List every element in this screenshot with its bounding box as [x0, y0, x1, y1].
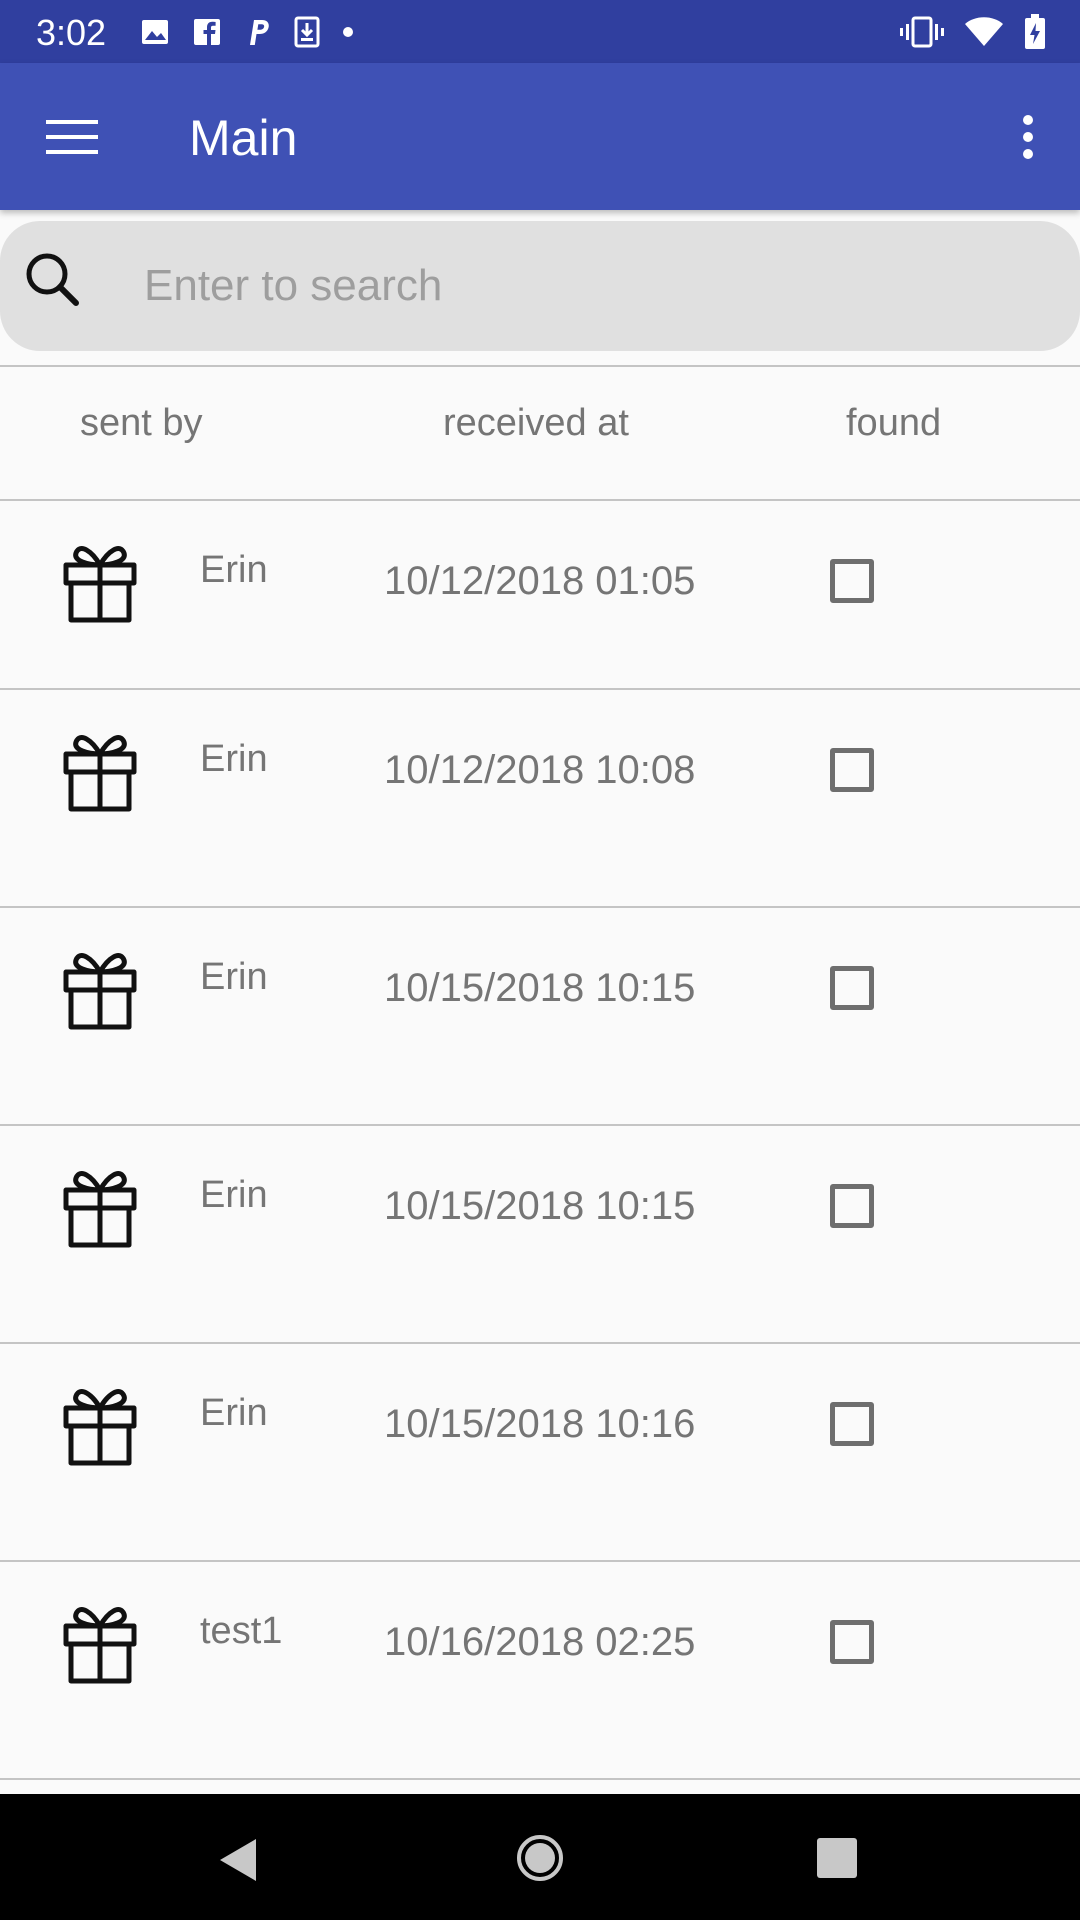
- page-title: Main: [189, 110, 298, 166]
- row-sender: Erin: [200, 956, 268, 998]
- gift-icon: [63, 546, 137, 623]
- vibrate-icon: [900, 16, 944, 48]
- app-bar: Main: [0, 63, 1080, 210]
- list-item[interactable]: test1 10/16/2018 02:25: [0, 1562, 1080, 1780]
- gift-icon: [63, 1607, 137, 1684]
- more-vert-icon: [1023, 115, 1033, 159]
- found-checkbox[interactable]: [830, 966, 874, 1010]
- dot-icon: [343, 27, 353, 37]
- gift-icon: [63, 1171, 137, 1248]
- menu-button[interactable]: [40, 107, 104, 167]
- row-received-at: 10/16/2018 02:25: [384, 1620, 696, 1664]
- download-icon: [294, 16, 320, 48]
- found-checkbox[interactable]: [830, 559, 874, 603]
- search-bar[interactable]: [0, 221, 1080, 351]
- divider: [0, 365, 1080, 367]
- navigation-bar: [0, 1794, 1080, 1920]
- list-item[interactable]: Erin 10/15/2018 10:16: [0, 1344, 1080, 1562]
- system-icons: [900, 13, 1046, 51]
- row-sender: Erin: [200, 738, 268, 780]
- column-header-received-at: received at: [443, 402, 629, 444]
- search-input[interactable]: [144, 246, 1024, 326]
- notification-icons: [140, 13, 354, 51]
- row-received-at: 10/15/2018 10:15: [384, 1184, 696, 1228]
- gift-icon: [63, 953, 137, 1030]
- row-sender: Erin: [200, 1174, 268, 1216]
- home-icon[interactable]: [516, 1834, 564, 1882]
- row-received-at: 10/15/2018 10:16: [384, 1402, 696, 1446]
- column-header-sent-by: sent by: [80, 402, 203, 444]
- row-received-at: 10/15/2018 10:15: [384, 966, 696, 1010]
- divider: [0, 1778, 1080, 1780]
- gift-icon: [63, 735, 137, 812]
- row-sender: test1: [200, 1610, 283, 1652]
- row-received-at: 10/12/2018 01:05: [384, 559, 696, 603]
- wifi-icon: [965, 17, 1003, 46]
- row-sender: Erin: [200, 549, 268, 591]
- list-item[interactable]: Erin 10/12/2018 10:08: [0, 690, 1080, 908]
- found-checkbox[interactable]: [830, 748, 874, 792]
- hamburger-icon: [46, 120, 98, 154]
- status-bar: 3:02: [0, 0, 1080, 63]
- found-checkbox[interactable]: [830, 1402, 874, 1446]
- found-checkbox[interactable]: [830, 1184, 874, 1228]
- image-icon: [142, 20, 168, 44]
- list-item[interactable]: Erin 10/12/2018 01:05: [0, 501, 1080, 719]
- row-received-at: 10/12/2018 10:08: [384, 748, 696, 792]
- facebook-icon: [194, 19, 220, 45]
- search-icon[interactable]: [18, 245, 88, 315]
- overflow-menu-button[interactable]: [998, 107, 1058, 167]
- list-item[interactable]: Erin 10/15/2018 10:15: [0, 1126, 1080, 1344]
- battery-icon: [1025, 14, 1045, 49]
- paypal-icon: [250, 20, 269, 45]
- recents-icon[interactable]: [817, 1838, 857, 1878]
- gift-icon: [63, 1389, 137, 1466]
- list-item[interactable]: Erin 10/15/2018 10:15: [0, 908, 1080, 1126]
- back-icon[interactable]: [216, 1836, 260, 1884]
- row-sender: Erin: [200, 1392, 268, 1434]
- found-checkbox[interactable]: [830, 1620, 874, 1664]
- column-header-found: found: [846, 402, 942, 444]
- status-time: 3:02: [36, 12, 107, 53]
